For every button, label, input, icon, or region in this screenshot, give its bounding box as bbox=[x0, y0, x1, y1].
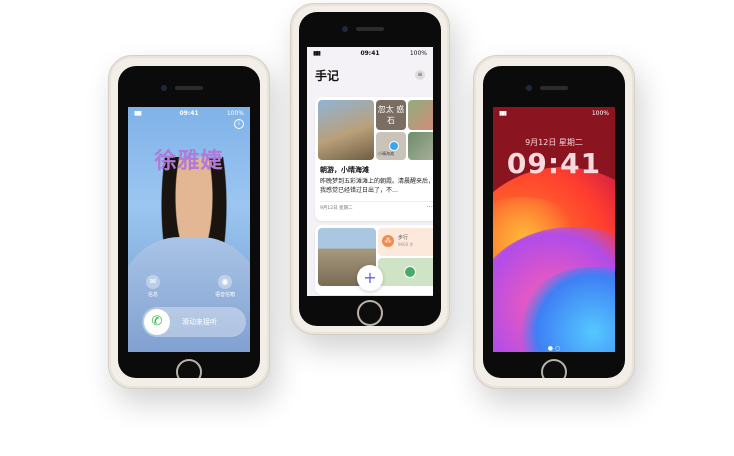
screen: ▮▮▮ 100% 9月12日 星期二 09:41 ● ○ bbox=[493, 107, 615, 352]
status-bar: ▮▮▮ 09:41 100% bbox=[128, 107, 250, 119]
info-icon[interactable]: i bbox=[234, 119, 244, 129]
earpiece bbox=[356, 27, 384, 31]
phone-journal-screen: ▮▮▮ 09:41 100% 手记 ≡ 忽太 惑石 小晴海滩 朝游，小晴海滩 昨… bbox=[290, 3, 450, 335]
location-pin-icon bbox=[389, 141, 399, 151]
map-tile bbox=[378, 258, 433, 286]
front-camera bbox=[342, 26, 348, 32]
message-icon[interactable]: ✉ bbox=[146, 275, 160, 289]
battery-label: 100% bbox=[226, 110, 244, 117]
photo-coast bbox=[318, 100, 374, 160]
contact-name: 徐雅婕 bbox=[154, 149, 224, 174]
status-bar: ▮▮▮ 100% bbox=[493, 107, 615, 119]
photo-detail bbox=[408, 100, 433, 130]
phone-icon[interactable]: ✆ bbox=[144, 309, 170, 335]
front-camera bbox=[161, 85, 167, 91]
status-time: 09:41 bbox=[179, 110, 199, 117]
divider bbox=[320, 201, 433, 202]
status-bar: ▮▮▮ 09:41 100% bbox=[307, 47, 433, 59]
earpiece bbox=[540, 86, 568, 90]
walk-tile: ⁂ 步行 9660 步 bbox=[378, 228, 433, 256]
entry-title: 朝游，小晴海滩 bbox=[320, 166, 369, 174]
footsteps-icon: ⁂ bbox=[382, 235, 394, 247]
answer-slider[interactable]: ✆ 滑动来接听 bbox=[142, 307, 246, 337]
status-time: 09:41 bbox=[360, 50, 380, 57]
battery-label: 100% bbox=[591, 110, 609, 117]
pin-label: 小晴海滩 bbox=[378, 151, 394, 156]
phone-bezel: ▮▮▮ 09:41 100% 手记 ≡ 忽太 惑石 小晴海滩 朝游，小晴海滩 昨… bbox=[299, 12, 441, 326]
menu-icon[interactable]: ≡ bbox=[415, 70, 425, 80]
photo-rocks bbox=[408, 132, 433, 160]
phone-call-screen: ▮▮▮ 09:41 100% i 徐雅婕 ✉ 信息 ◉ 语音信箱 ✆ 滑动来接听 bbox=[108, 55, 270, 389]
screen: ▮▮▮ 09:41 100% i 徐雅婕 ✉ 信息 ◉ 语音信箱 ✆ 滑动来接听 bbox=[128, 107, 250, 352]
signal-icon: ▮▮▮ bbox=[499, 110, 507, 117]
entry-date: 9月12日 星期二 bbox=[320, 206, 353, 211]
add-entry-button[interactable]: + bbox=[357, 265, 383, 291]
screen: ▮▮▮ 09:41 100% 手记 ≡ 忽太 惑石 小晴海滩 朝游，小晴海滩 昨… bbox=[307, 47, 433, 296]
journal-entry-card[interactable]: 忽太 惑石 小晴海滩 朝游，小晴海滩 昨晚梦到五彩滩滩上的朝霞。清晨醒来后，我感… bbox=[315, 97, 433, 221]
more-icon[interactable]: ··· bbox=[426, 203, 433, 211]
photo-text-overlay: 忽太 惑石 bbox=[376, 100, 406, 130]
front-camera bbox=[526, 85, 532, 91]
walk-label: 步行 bbox=[398, 235, 409, 241]
earpiece bbox=[175, 86, 203, 90]
voicemail-label: 语音信箱 bbox=[214, 292, 235, 298]
battery-label: 100% bbox=[409, 50, 427, 57]
entry-body: 昨晚梦到五彩滩滩上的朝霞。清晨醒来后，我感觉已经错过日出了，不… bbox=[320, 178, 433, 194]
message-label: 信息 bbox=[147, 292, 158, 298]
location-marker-icon bbox=[404, 266, 416, 278]
lock-time: 09:41 bbox=[506, 147, 602, 180]
walk-value: 9660 步 bbox=[398, 242, 414, 247]
signal-icon: ▮▮▮ bbox=[313, 50, 321, 57]
page-title: 手记 bbox=[315, 69, 340, 83]
phone-bezel: ▮▮▮ 09:41 100% i 徐雅婕 ✉ 信息 ◉ 语音信箱 ✆ 滑动来接听 bbox=[118, 66, 260, 378]
signal-icon: ▮▮▮ bbox=[134, 110, 142, 117]
home-button[interactable] bbox=[176, 359, 202, 378]
home-button[interactable] bbox=[357, 300, 383, 326]
phone-bezel: ▮▮▮ 100% 9月12日 星期二 09:41 ● ○ bbox=[483, 66, 625, 378]
page-indicator: ● ○ bbox=[547, 345, 561, 352]
slider-label: 滑动来接听 bbox=[182, 318, 217, 326]
voicemail-icon[interactable]: ◉ bbox=[218, 275, 232, 289]
home-button[interactable] bbox=[541, 359, 567, 378]
phone-lock-screen: ▮▮▮ 100% 9月12日 星期二 09:41 ● ○ bbox=[473, 55, 635, 389]
